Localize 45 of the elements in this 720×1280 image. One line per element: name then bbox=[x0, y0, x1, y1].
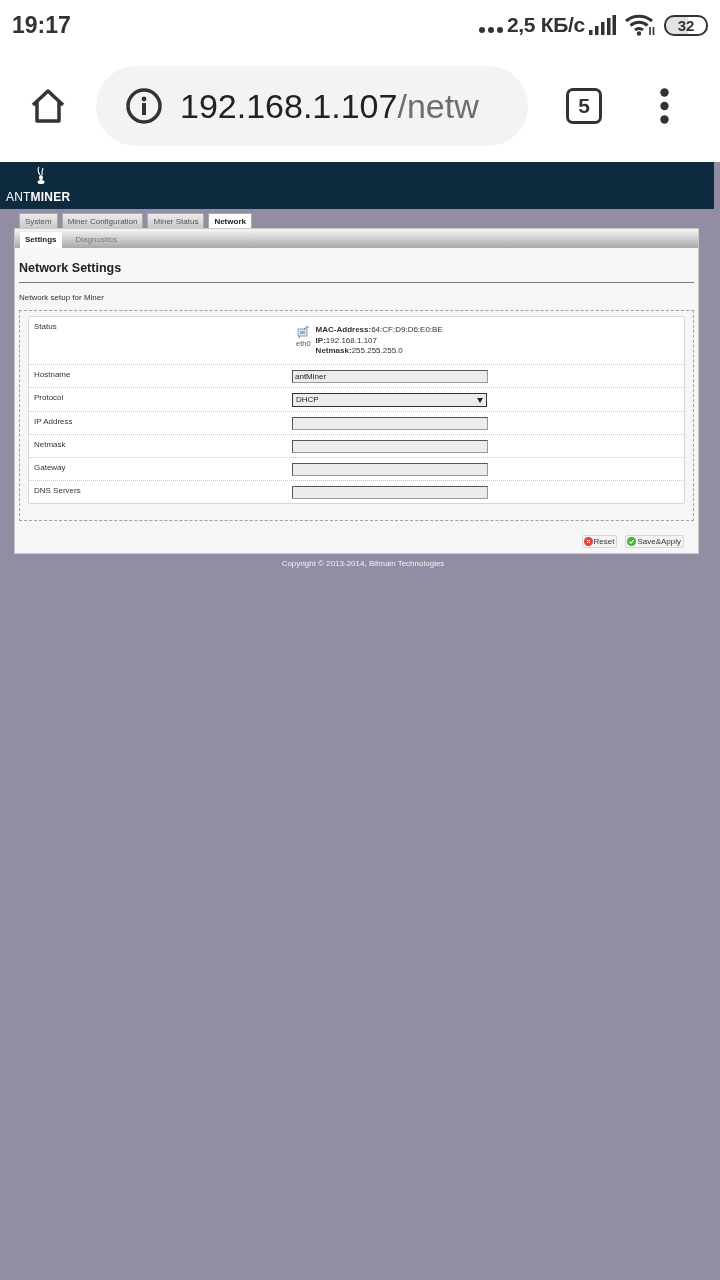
field-label: Hostname bbox=[33, 369, 72, 380]
close-icon bbox=[583, 537, 593, 546]
ant-icon bbox=[35, 167, 47, 184]
url-host: 192.168.1.107 bbox=[180, 85, 398, 127]
field-label: Netmask bbox=[33, 439, 67, 450]
tab[interactable]: System bbox=[19, 213, 58, 228]
home-icon[interactable] bbox=[30, 88, 66, 124]
status-detail: MAC-Address:64:CF:D9:D6:E0:BE bbox=[315, 325, 443, 336]
logo-text: ANTMINER bbox=[6, 190, 71, 204]
clock: 19:17 bbox=[12, 10, 71, 40]
field-label: IP Address bbox=[33, 416, 74, 427]
signal-icon bbox=[589, 15, 616, 35]
section-title: Network Settings bbox=[19, 261, 694, 283]
battery-indicator: 32 bbox=[664, 14, 708, 36]
field-label: Gateway bbox=[33, 462, 67, 473]
text-field[interactable] bbox=[292, 463, 488, 476]
copyright-text: Copyright © 2013-2014, Bitmain Technologies bbox=[280, 558, 446, 569]
reset-button[interactable]: Reset bbox=[581, 535, 618, 548]
text-field[interactable]: antMiner bbox=[292, 370, 488, 383]
wifi-icon bbox=[624, 14, 656, 36]
field-label: Status bbox=[33, 321, 58, 332]
tab[interactable]: Miner Configuration bbox=[61, 213, 144, 228]
network-port-icon bbox=[297, 325, 310, 338]
menu-icon[interactable] bbox=[660, 88, 669, 124]
subtab[interactable]: Settings bbox=[20, 232, 62, 248]
tab[interactable]: Miner Status bbox=[147, 213, 205, 228]
status-detail: IP:192.168.1.107 bbox=[315, 335, 378, 346]
section-description: Network setup for Miner bbox=[19, 292, 105, 303]
notification-dots-icon bbox=[478, 27, 503, 33]
network-speed: 2,5 КБ/с bbox=[506, 12, 585, 39]
apply-button[interactable]: Save&Apply bbox=[625, 535, 684, 548]
field-label: Protocol bbox=[33, 392, 65, 403]
caret-icon bbox=[477, 397, 483, 403]
text-field[interactable] bbox=[292, 440, 488, 453]
info-icon[interactable] bbox=[126, 88, 162, 124]
url-path: /netw bbox=[397, 85, 479, 127]
status-detail: Netmask:255.255.255.0 bbox=[315, 346, 404, 357]
text-field[interactable] bbox=[292, 417, 488, 430]
field-label: DNS Servers bbox=[33, 485, 82, 496]
tab[interactable]: Network bbox=[208, 213, 252, 228]
tab-switcher-button[interactable]: 5 bbox=[566, 88, 602, 124]
text-field[interactable] bbox=[292, 486, 488, 499]
dropdown[interactable]: DHCP bbox=[292, 393, 487, 407]
check-icon bbox=[627, 537, 637, 546]
address-bar[interactable]: 192.168.1.107/netw bbox=[96, 66, 528, 146]
